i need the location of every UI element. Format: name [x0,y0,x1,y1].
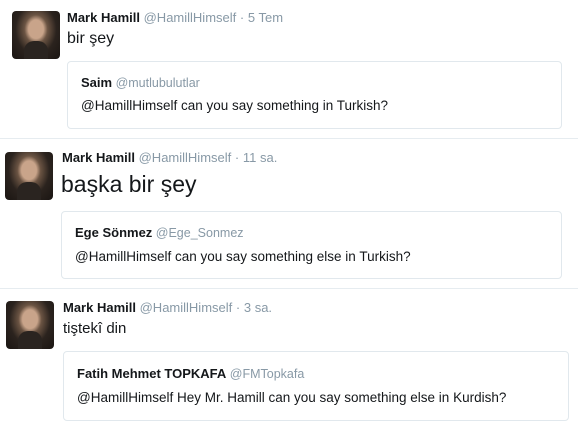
avatar[interactable] [12,11,60,59]
quoted-text: @HamillHimself Hey Mr. Hamill can you sa… [77,390,507,405]
quoted-author-name: Saim [81,75,113,90]
quoted-header: Ege Sönmez @Ege_Sonmez [75,225,244,241]
quoted-author-handle: @mutlubulutlar [115,76,200,90]
tweet-header: Mark Hamill @HamillHimself · 3 sa. [63,300,272,316]
tweet-header: Mark Hamill @HamillHimself · 5 Tem [67,10,283,26]
quoted-header: Fatih Mehmet TOPKAFA @FMTopkafa [77,366,304,382]
timestamp[interactable]: 3 sa. [244,300,272,315]
separator-dot: · [235,300,241,315]
quoted-author-handle: @Ege_Sonmez [155,226,244,240]
timestamp[interactable]: 11 sa. [243,150,277,165]
tweet-text: bir şey [67,30,115,47]
quoted-tweet[interactable]: Fatih Mehmet TOPKAFA @FMTopkafa @HamillH… [63,351,569,421]
avatar[interactable] [5,152,53,200]
author-handle[interactable]: @HamillHimself [140,300,233,315]
author-name[interactable]: Mark Hamill [63,300,136,315]
author-handle[interactable]: @HamillHimself [139,150,232,165]
quoted-text: @HamillHimself can you say something in … [81,98,389,113]
quoted-tweet[interactable]: Saim @mutlubulutlar @HamillHimself can y… [67,61,562,129]
quoted-tweet[interactable]: Ege Sönmez @Ege_Sonmez @HamillHimself ca… [61,211,562,279]
separator-dot: · [239,10,245,25]
timestamp[interactable]: 5 Tem [248,10,283,25]
separator-dot: · [234,150,240,165]
quoted-header: Saim @mutlubulutlar [81,75,200,91]
tweet[interactable]: Mark Hamill @HamillHimself · 3 sa. tişte… [0,288,578,431]
author-name[interactable]: Mark Hamill [62,150,135,165]
tweet-header: Mark Hamill @HamillHimself · 11 sa. [62,150,277,166]
author-name[interactable]: Mark Hamill [67,10,140,25]
quoted-author-name: Fatih Mehmet TOPKAFA [77,366,227,381]
quoted-text: @HamillHimself can you say something els… [75,249,411,264]
author-handle[interactable]: @HamillHimself [144,10,237,25]
avatar[interactable] [6,301,54,349]
tweet-text: tiştekî din [63,320,127,337]
tweet[interactable]: Mark Hamill @HamillHimself · 11 sa. başk… [0,138,578,286]
tweet-text: başka bir şey [61,171,197,197]
quoted-author-name: Ege Sönmez [75,225,153,240]
tweet[interactable]: Mark Hamill @HamillHimself · 5 Tem bir ş… [0,0,578,135]
quoted-author-handle: @FMTopkafa [229,367,305,381]
